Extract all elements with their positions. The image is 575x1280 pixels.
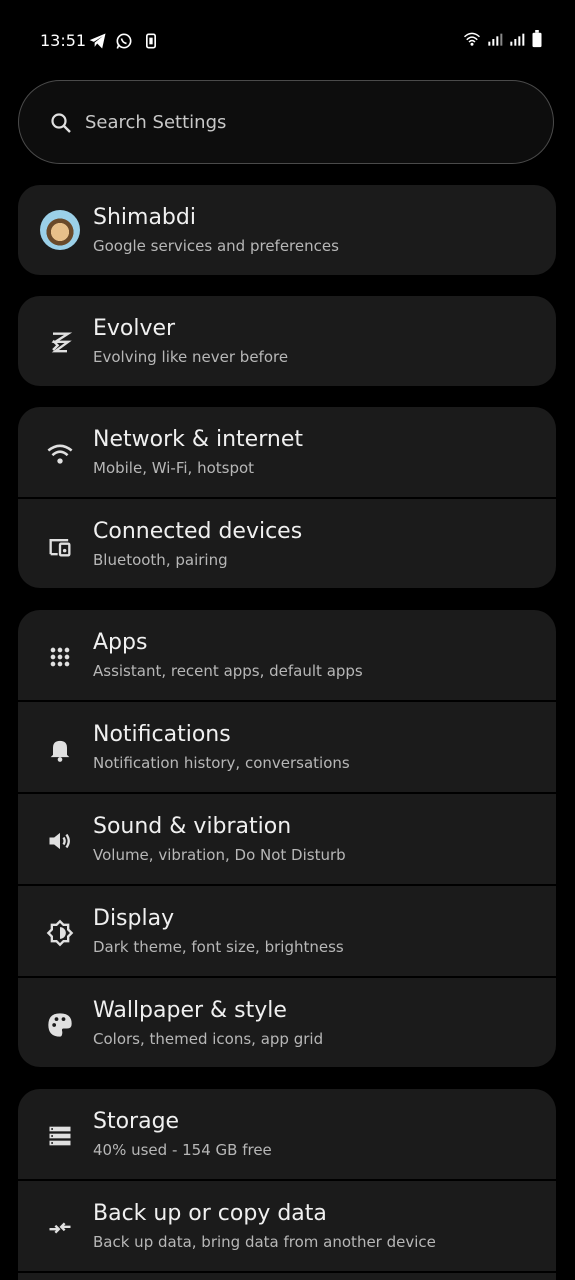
item-title: Notifications [93,722,231,747]
settings-item-connected-devices[interactable]: Connected devices Bluetooth, pairing [18,499,556,589]
settings-item-notifications[interactable]: Notifications Notification history, conv… [18,702,556,792]
signal-icon [510,33,525,46]
item-title: Shimabdi [93,205,196,230]
item-title: Storage [93,1109,180,1134]
item-title: Sound & vibration [93,814,292,839]
palette-icon [48,1013,72,1037]
evolver-card: Evolver Evolving like never before [18,296,556,386]
brightness-icon [46,919,74,947]
settings-item-evolver[interactable]: Evolver Evolving like never before [18,296,556,386]
storage-icon [49,1126,71,1146]
settings-item-wallpaper[interactable]: Wallpaper & style Colors, themed icons, … [18,978,556,1068]
system-card: Storage 40% used - 154 GB free Back up o… [18,1089,556,1280]
personalization-card: Apps Assistant, recent apps, default app… [18,610,556,1067]
item-subtitle: Google services and preferences [93,237,339,255]
item-title: Back up or copy data [93,1201,327,1226]
signal-icon [488,33,503,46]
item-title: Network & internet [93,427,303,452]
status-time: 13:51 [40,31,87,50]
item-title: Apps [93,630,148,655]
item-subtitle: Bluetooth, pairing [93,551,228,569]
item-title: Evolver [93,316,176,341]
telegram-icon [89,33,106,49]
wifi-icon [463,32,481,46]
settings-item-backup[interactable]: Back up or copy data Back up data, bring… [18,1181,556,1271]
item-title: Wallpaper & style [93,998,287,1023]
battery-icon [532,30,542,48]
settings-item-apps[interactable]: Apps Assistant, recent apps, default app… [18,610,556,700]
item-subtitle: Assistant, recent apps, default apps [93,662,363,680]
apps-grid-icon [50,647,70,667]
settings-item-storage[interactable]: Storage 40% used - 154 GB free [18,1089,556,1179]
speaker-icon [49,832,70,850]
avatar [40,210,80,250]
search-input[interactable]: Search Settings [85,112,226,133]
battery-saver-icon [146,33,156,49]
item-subtitle: Back up data, bring data from another de… [93,1233,436,1251]
settings-item-sound[interactable]: Sound & vibration Volume, vibration, Do … [18,794,556,884]
item-subtitle: Evolving like never before [93,348,289,366]
divider [18,1271,556,1273]
evolver-icon [51,332,73,353]
item-subtitle: Colors, themed icons, app grid [93,1030,324,1048]
devices-icon [49,539,71,557]
settings-item-network[interactable]: Network & internet Mobile, Wi-Fi, hotspo… [18,407,556,497]
search-icon [51,113,71,133]
whatsapp-icon [116,33,132,49]
item-subtitle: Notification history, conversations [93,754,350,772]
bell-icon [50,740,70,762]
item-title: Display [93,906,175,931]
item-subtitle: Volume, vibration, Do Not Disturb [93,846,346,864]
backup-icon [49,1222,71,1234]
item-subtitle: Dark theme, font size, brightness [93,938,344,956]
item-title: Connected devices [93,519,303,544]
settings-item-display[interactable]: Display Dark theme, font size, brightnes… [18,886,556,976]
status-right-icons [463,30,543,48]
item-subtitle: 40% used - 154 GB free [93,1141,272,1159]
account-card: Shimabdi Google services and preferences [18,185,556,275]
item-subtitle: Mobile, Wi-Fi, hotspot [93,459,255,477]
wifi-icon [47,444,73,464]
search-bar[interactable]: Search Settings [18,80,554,164]
connectivity-card: Network & internet Mobile, Wi-Fi, hotspo… [18,407,556,588]
status-bar: 13:51 [0,0,575,84]
settings-item-account[interactable]: Shimabdi Google services and preferences [18,185,556,275]
